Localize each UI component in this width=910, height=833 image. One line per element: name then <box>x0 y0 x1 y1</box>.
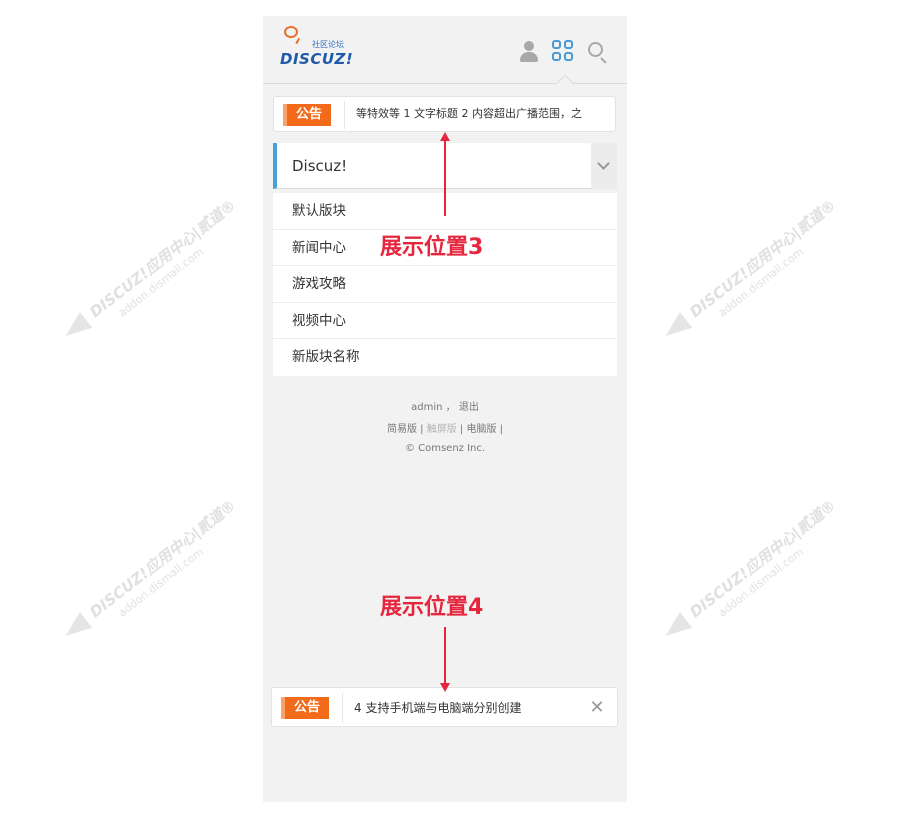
search-icon[interactable] <box>586 40 610 64</box>
separator: | <box>499 424 504 435</box>
watermark-brand: DISCUZ!应用中心|贰道® <box>86 496 240 622</box>
forum-list: 默认版块 新闻中心 游戏攻略 视频中心 新版块名称 <box>273 193 617 376</box>
separator: | <box>459 424 464 435</box>
divider <box>342 693 343 723</box>
forum-item[interactable]: 新版块名称 <box>273 339 617 376</box>
arrow-down-icon <box>440 683 450 692</box>
grid-icon[interactable] <box>552 40 576 64</box>
announcement-badge: 公告 <box>281 697 329 719</box>
forum-item[interactable]: 游戏攻略 <box>273 266 617 303</box>
watermark: DISCUZ!应用中心|贰道®addon.dismall.com <box>650 196 880 350</box>
username-link[interactable]: admin <box>411 402 442 413</box>
simple-version-link[interactable]: 简易版 <box>387 424 417 435</box>
annotation-line <box>444 627 446 685</box>
forum-item[interactable]: 视频中心 <box>273 303 617 339</box>
watermark-arrow-icon <box>59 312 93 344</box>
announcement-text[interactable]: 4 支持手机端与电脑端分别创建 <box>354 688 521 726</box>
speech-bubble-tail <box>291 35 301 45</box>
site-logo[interactable]: 社区论坛 DISCUZ! <box>280 26 360 68</box>
collapse-toggle[interactable] <box>591 143 617 189</box>
forum-group-title: Discuz! <box>292 157 348 175</box>
announcement-bar-top: 公告 等特效等 1 文字标题 2 内容超出广播范围，之 <box>273 96 616 132</box>
logo-wordmark: DISCUZ! <box>280 50 354 68</box>
watermark-arrow-icon <box>659 612 693 644</box>
watermark-url: addon.dismall.com <box>715 545 807 620</box>
close-icon[interactable]: ✕ <box>587 698 607 718</box>
pc-version-link[interactable]: 电脑版 <box>466 424 496 435</box>
watermark-url: addon.dismall.com <box>715 245 807 320</box>
annotation-label-3: 展示位置3 <box>380 235 484 260</box>
watermark-url: addon.dismall.com <box>115 245 207 320</box>
chevron-down-icon <box>597 157 610 170</box>
watermark: DISCUZ!应用中心|贰道®addon.dismall.com <box>50 496 280 650</box>
footer-user: admin ， 退出 <box>263 398 627 413</box>
announcement-badge: 公告 <box>283 104 331 126</box>
annotation-label-4: 展示位置4 <box>380 595 484 620</box>
watermark-url: addon.dismall.com <box>115 545 207 620</box>
annotation-line <box>444 140 446 216</box>
watermark-brand: DISCUZ!应用中心|贰道® <box>86 196 240 322</box>
top-header: 社区论坛 DISCUZ! <box>263 16 627 84</box>
footer-versions: 简易版 | 触屏版 | 电脑版 | <box>263 420 627 435</box>
announcement-bar-bottom: 公告 4 支持手机端与电脑端分别创建 ✕ <box>271 687 618 727</box>
watermark: DISCUZ!应用中心|贰道®addon.dismall.com <box>50 196 280 350</box>
logout-link[interactable]: 退出 <box>459 402 479 413</box>
separator: | <box>420 424 424 435</box>
announcement-text[interactable]: 等特效等 1 文字标题 2 内容超出广播范围，之 <box>356 97 582 131</box>
touch-version-link[interactable]: 触屏版 <box>427 424 457 435</box>
watermark-arrow-icon <box>659 312 693 344</box>
watermark-arrow-icon <box>59 612 93 644</box>
divider <box>344 101 345 129</box>
watermark-brand: DISCUZ!应用中心|贰道® <box>686 196 840 322</box>
user-icon[interactable] <box>517 40 541 64</box>
copyright: © Comsenz Inc. <box>404 443 486 454</box>
separator: ， <box>445 402 456 413</box>
watermark: DISCUZ!应用中心|贰道®addon.dismall.com <box>650 496 880 650</box>
watermark-brand: DISCUZ!应用中心|贰道® <box>686 496 840 622</box>
logo-subtitle: 社区论坛 <box>312 40 344 49</box>
